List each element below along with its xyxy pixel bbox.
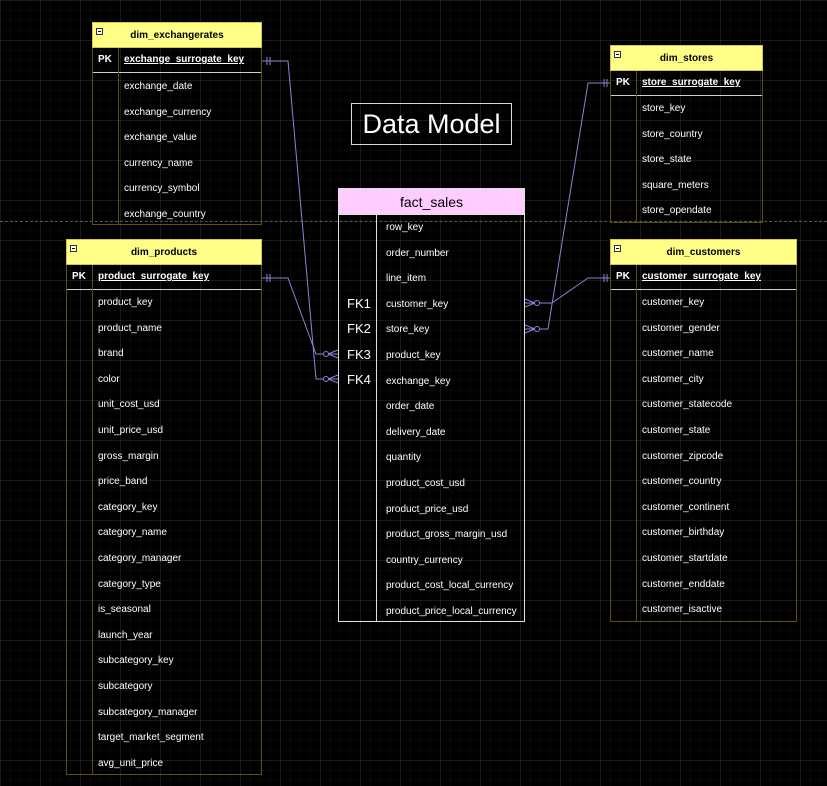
optional-marker-fk1 [534, 300, 540, 306]
optional-marker-fk4 [323, 376, 329, 382]
link-exchangerates-fact [262, 60, 338, 380]
optional-marker-fk3 [323, 351, 329, 357]
optional-marker-fk2 [534, 326, 540, 332]
link-customers-fact [525, 277, 610, 304]
relationship-lines [262, 57, 610, 384]
link-products-fact [262, 277, 338, 355]
